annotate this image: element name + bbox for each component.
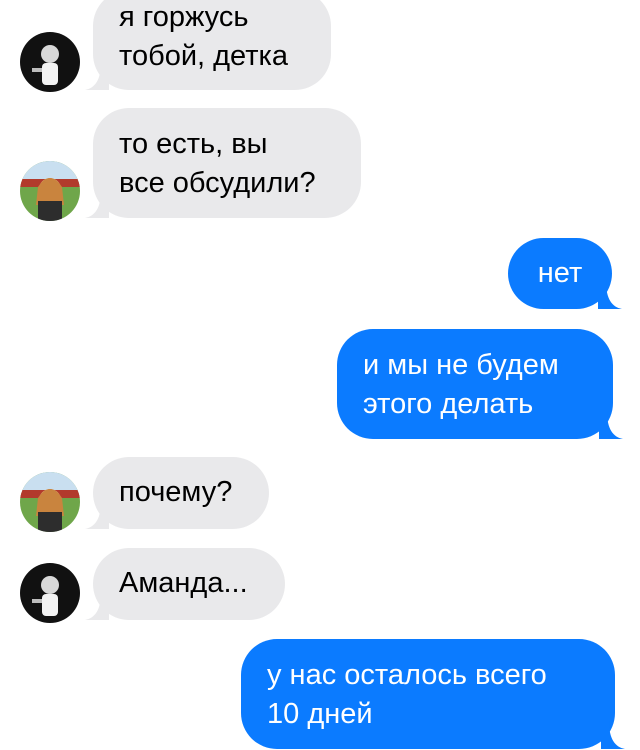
- message-bubble-incoming[interactable]: то есть, вы все обсудили?: [85, 108, 361, 218]
- message-bubble-outgoing[interactable]: и мы не будем этого делать: [337, 329, 623, 439]
- message-text: я горжусь: [119, 1, 249, 33]
- bubble-tail: [601, 721, 625, 749]
- message-text: все обсудили?: [119, 167, 316, 199]
- avatar-female[interactable]: [20, 161, 80, 221]
- bubble-tail: [85, 501, 109, 529]
- message-bubble-incoming[interactable]: я горжусь тобой, детка: [85, 0, 331, 90]
- message-text: почему?: [119, 476, 233, 508]
- bubble-tail: [598, 281, 622, 309]
- message-text: то есть, вы: [119, 128, 268, 160]
- message-text: у нас осталось всего: [267, 659, 547, 691]
- bubble-tail: [85, 592, 109, 620]
- message-bubble-incoming[interactable]: Аманда...: [85, 548, 285, 620]
- bubble-tail: [599, 411, 623, 439]
- avatar-female[interactable]: [20, 472, 80, 532]
- message-bubble-outgoing[interactable]: нет: [508, 238, 622, 309]
- message-bubble-outgoing[interactable]: у нас осталось всего 10 дней: [241, 639, 625, 749]
- bubble-tail: [85, 190, 109, 218]
- message-text: Аманда...: [119, 567, 248, 599]
- avatar-male[interactable]: [20, 32, 80, 92]
- message-text: нет: [537, 257, 583, 289]
- message-text: тобой, детка: [119, 40, 288, 72]
- bubble-tail: [85, 62, 109, 90]
- avatar-male[interactable]: [20, 563, 80, 623]
- message-bubble-incoming[interactable]: почему?: [85, 457, 269, 529]
- message-text: и мы не будем: [363, 349, 559, 381]
- message-text: этого делать: [363, 388, 534, 420]
- message-text: 10 дней: [267, 698, 373, 730]
